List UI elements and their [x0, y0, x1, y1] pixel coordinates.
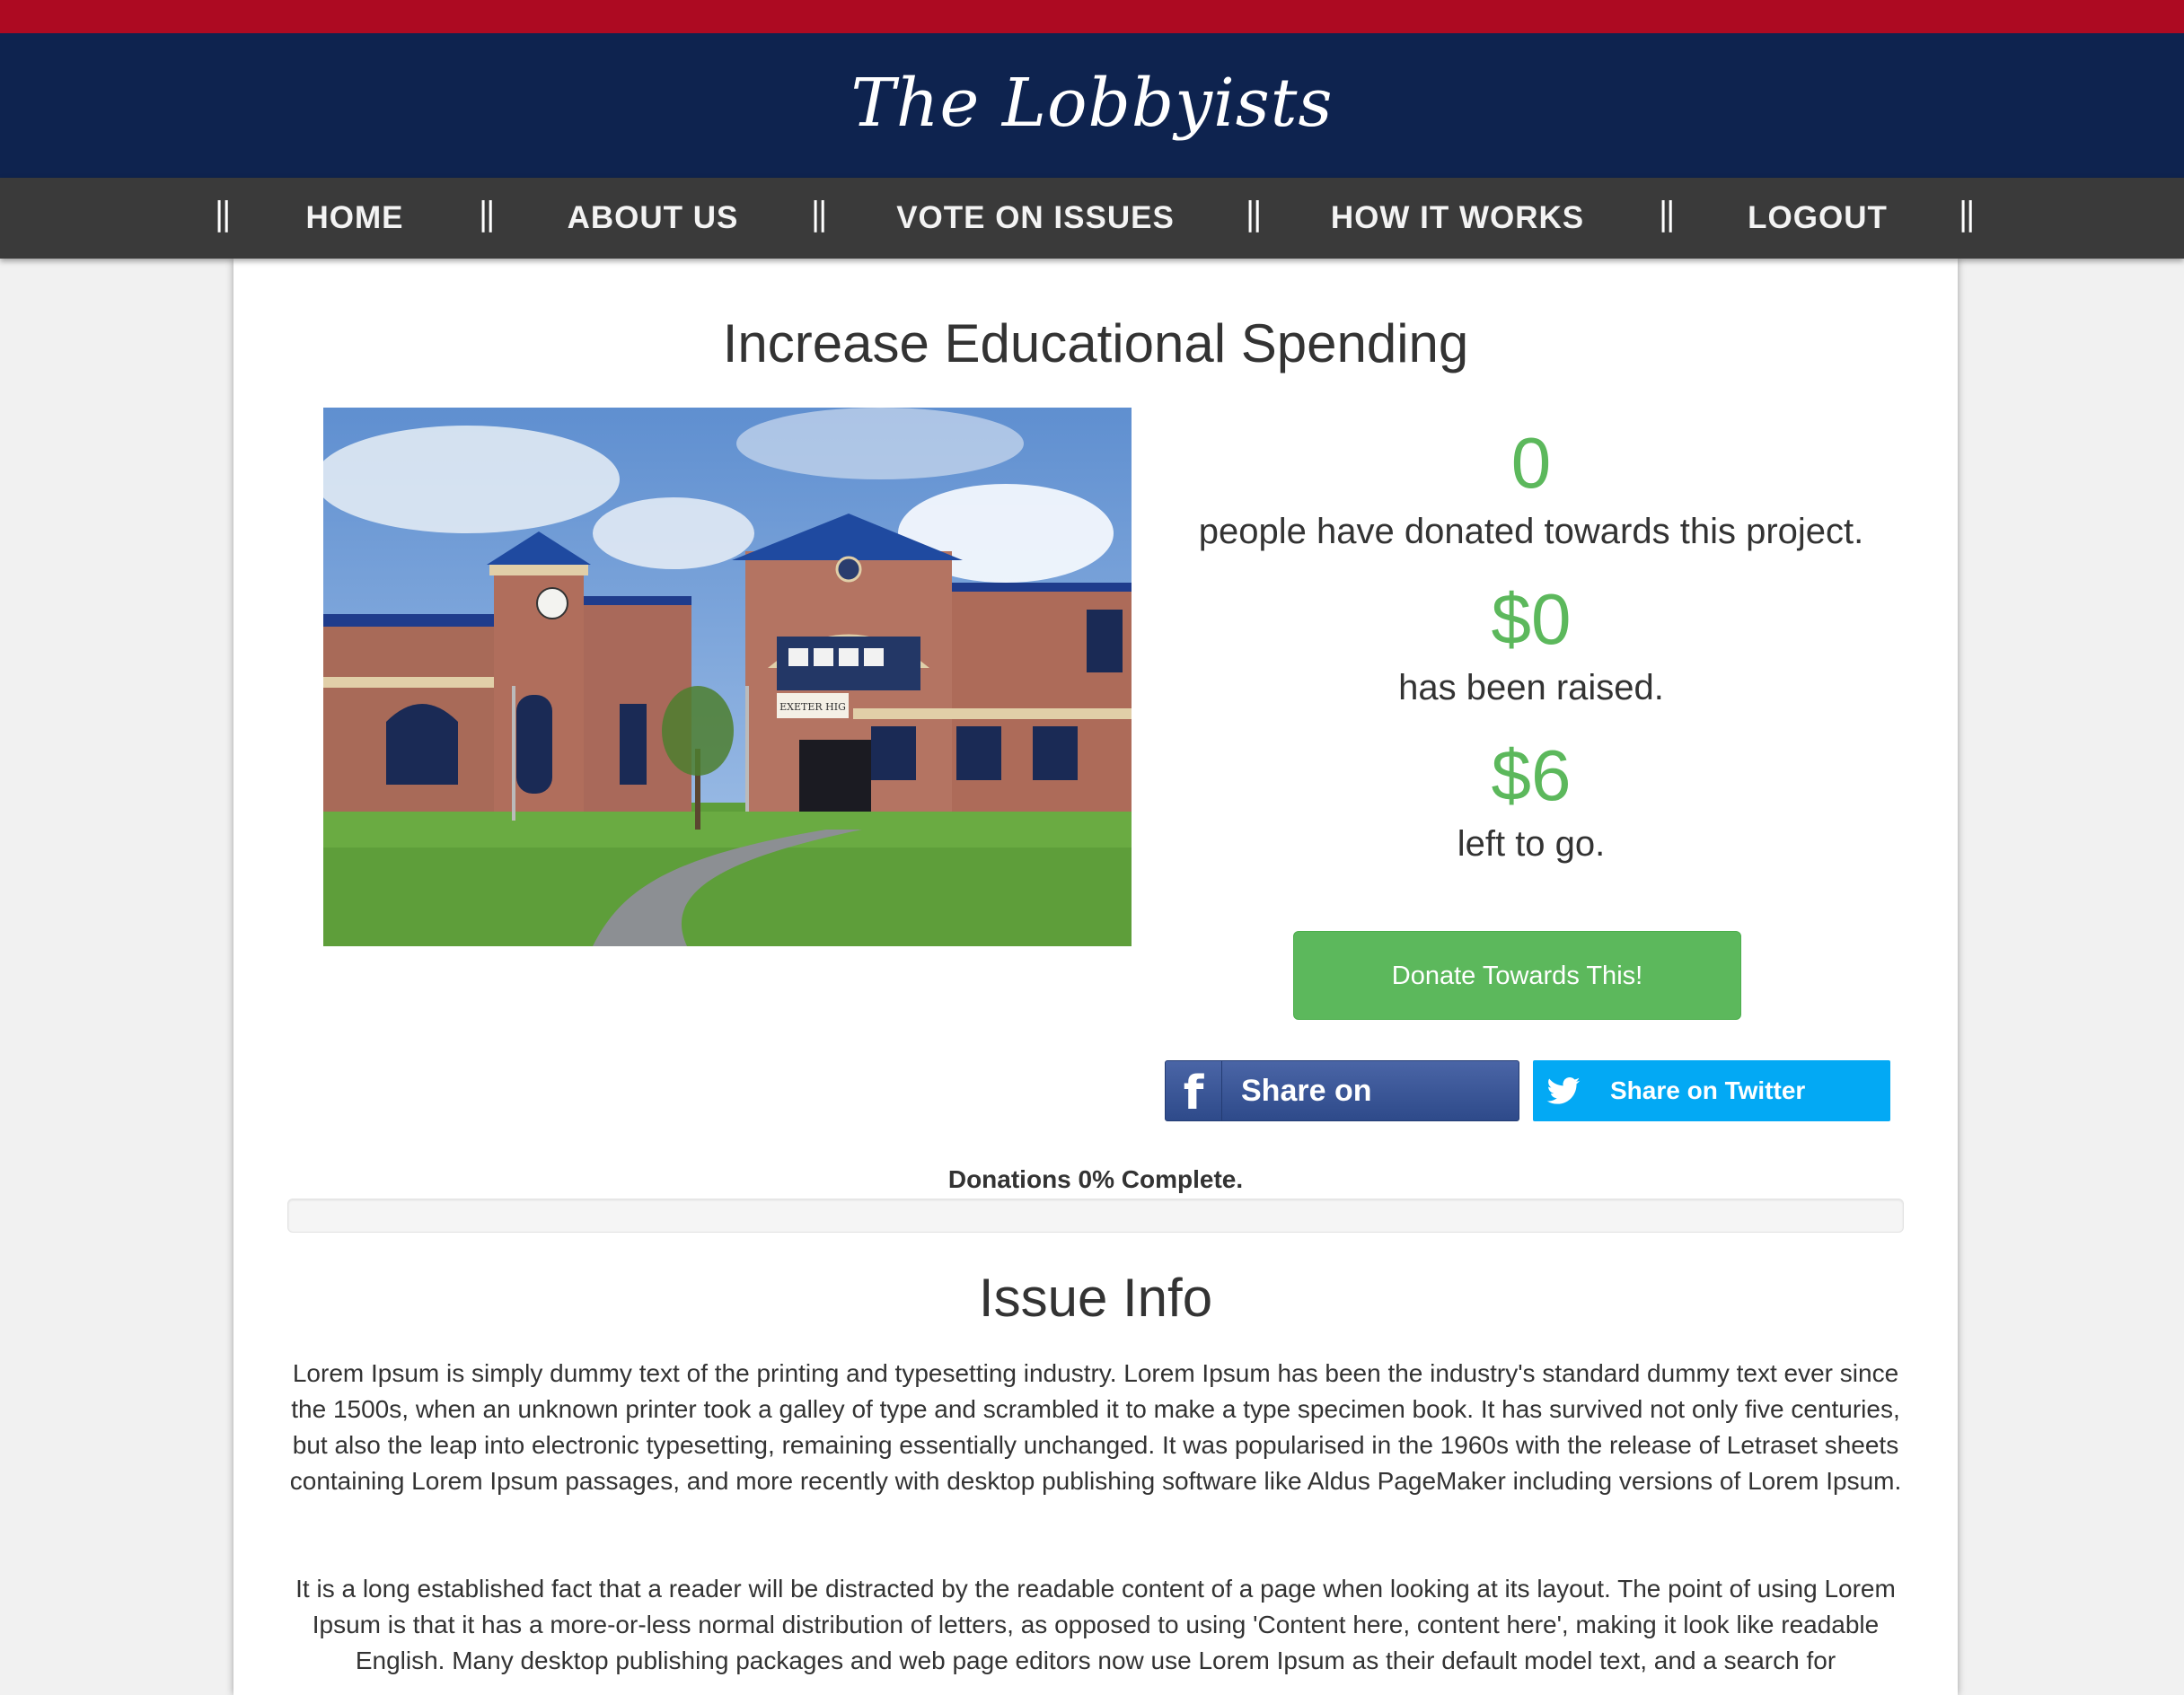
top-accent-stripe — [0, 0, 2184, 33]
school-sign-text: EXETER HIG — [779, 701, 846, 713]
nav-separator: || — [810, 196, 828, 233]
donation-progress-bar — [287, 1199, 1904, 1233]
progress-label: Donations 0% Complete. — [947, 1165, 1244, 1193]
nav-how-it-works[interactable]: HOW IT WORKS — [1324, 178, 1591, 259]
remaining-amount: $6 — [1491, 735, 1572, 815]
nav-vote-on-issues[interactable]: VOTE ON ISSUES — [889, 178, 1182, 259]
issue-image-school: EXETER HIG — [323, 408, 1132, 946]
issue-info-heading: Issue Info — [978, 1268, 1213, 1328]
share-twitter-label: Share on Twitter — [1610, 1076, 1806, 1104]
issue-info-paragraph: Lorem Ipsum is simply dummy text of the … — [289, 1359, 1902, 1495]
twitter-bird-icon — [1546, 1077, 1581, 1104]
nav-logout[interactable]: LOGOUT — [1739, 178, 1897, 259]
nav-separator: || — [478, 196, 496, 233]
share-facebook-label: Share on Facebook — [1241, 1074, 1384, 1167]
nav-separator: || — [214, 196, 232, 233]
raised-amount: $0 — [1491, 579, 1572, 659]
issue-info-paragraph: It is a long established fact that a rea… — [295, 1575, 1896, 1674]
remaining-label: left to go. — [1457, 824, 1606, 864]
nav-separator: || — [1658, 196, 1676, 233]
site-logo[interactable]: The Lobbyists — [851, 65, 1334, 142]
brand-header: The Lobbyists — [0, 33, 2184, 178]
issue-title: Increase Educational Spending — [722, 313, 1469, 373]
raised-label: has been raised. — [1398, 668, 1664, 707]
facebook-icon: f — [1166, 1061, 1222, 1120]
issue-card: Increase Educational Spending EXETER HIG… — [233, 259, 1958, 1695]
donors-count: 0 — [1510, 423, 1552, 503]
donors-label: people have donated towards this project… — [1198, 512, 1864, 551]
main-nav: || HOME || ABOUT US || VOTE ON ISSUES ||… — [0, 178, 2184, 259]
nav-separator: || — [1245, 196, 1263, 233]
nav-separator: || — [1958, 196, 1976, 233]
share-twitter-button[interactable]: Share on Twitter — [1533, 1060, 1890, 1121]
donate-button[interactable]: Donate Towards This! — [1293, 931, 1741, 1020]
share-facebook-button[interactable]: f Share on Facebook — [1165, 1060, 1519, 1167]
nav-home[interactable]: HOME — [289, 178, 420, 259]
nav-about-us[interactable]: ABOUT US — [555, 178, 751, 259]
